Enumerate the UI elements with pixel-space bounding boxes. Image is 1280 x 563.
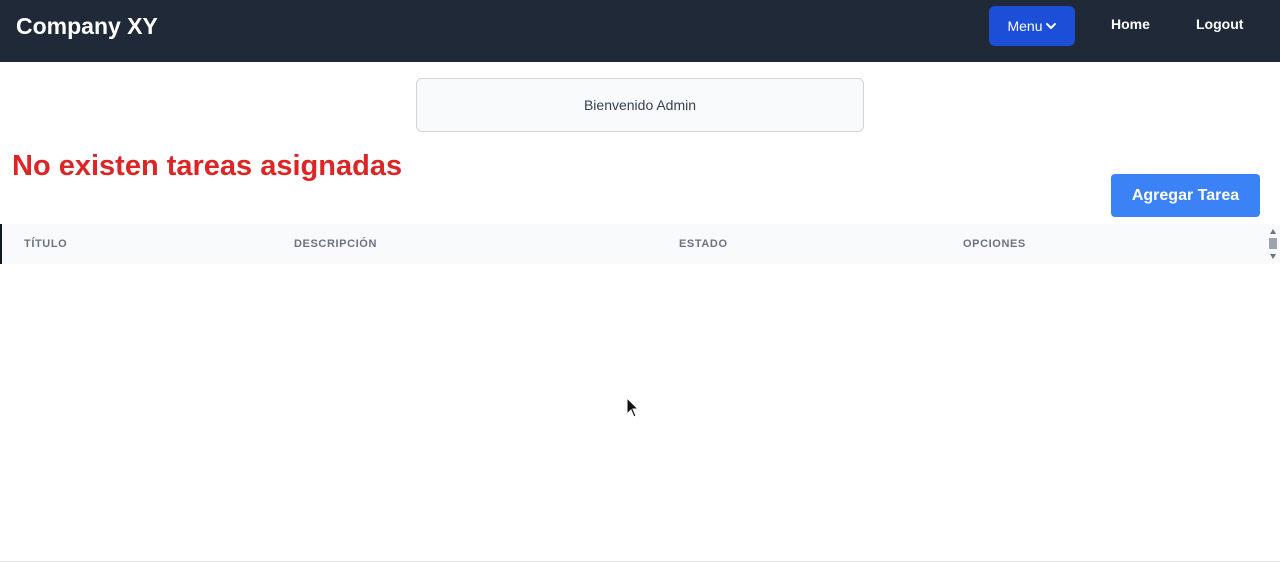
- table-scrollbar[interactable]: [1266, 224, 1280, 264]
- column-header-status: ESTADO: [679, 238, 728, 250]
- brand-title: Company XY: [16, 13, 158, 39]
- column-header-description: DESCRIPCIÓN: [294, 238, 377, 250]
- tasks-table-header: TÍTULO DESCRIPCIÓN ESTADO OPCIONES: [0, 224, 1280, 264]
- menu-dropdown-button[interactable]: Menu: [989, 6, 1075, 46]
- column-header-title: TÍTULO: [24, 238, 68, 250]
- chevron-down-icon: [1045, 20, 1057, 32]
- column-header-options: OPCIONES: [963, 238, 1026, 250]
- scroll-thumb[interactable]: [1269, 238, 1277, 249]
- nav-link-logout[interactable]: Logout: [1196, 14, 1243, 34]
- welcome-text: Bienvenido Admin: [583, 97, 697, 113]
- scroll-down-arrow-icon[interactable]: [1270, 254, 1276, 259]
- menu-label: Menu: [1007, 18, 1043, 34]
- nav-link-home[interactable]: Home: [1111, 14, 1150, 34]
- empty-tasks-message: No existen tareas asignadas: [12, 150, 403, 182]
- scroll-up-arrow-icon[interactable]: [1270, 229, 1276, 234]
- welcome-banner: Bienvenido Admin: [416, 78, 864, 132]
- top-navbar: Company XY Menu Home Logout: [0, 0, 1280, 62]
- add-task-button[interactable]: Agregar Tarea: [1111, 174, 1260, 217]
- mouse-cursor-icon: [626, 396, 640, 424]
- page-bottom-divider: [0, 561, 1280, 562]
